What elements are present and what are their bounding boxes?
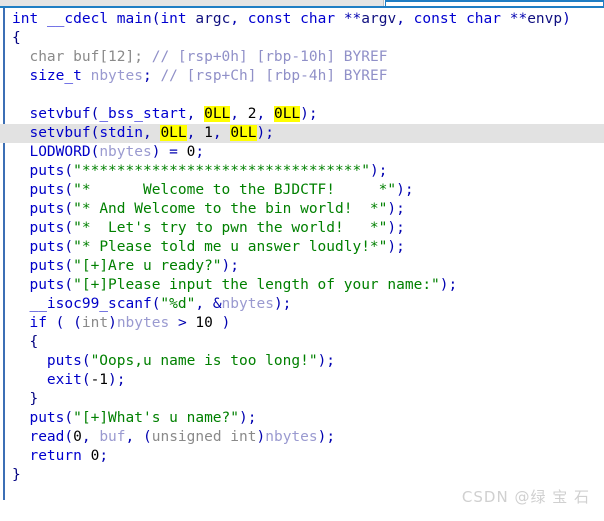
tab-active-accent-bar [385, 0, 604, 2]
code-line[interactable]: read(0, buf, (unsigned int)nbytes); [0, 428, 604, 447]
code-line[interactable]: puts("********************************")… [0, 162, 604, 181]
code-line-current[interactable]: setvbuf(stdin, 0LL, 1, 0LL); [0, 124, 604, 143]
code-line[interactable]: exit(-1); [0, 371, 604, 390]
code-line[interactable]: puts("[+]Please input the length of your… [0, 276, 604, 295]
code-line[interactable]: puts("* And Welcome to the bin world! *"… [0, 200, 604, 219]
code-line[interactable]: puts("* Let's try to pwn the world! *"); [0, 219, 604, 238]
code-line[interactable]: setvbuf(_bss_start, 0LL, 2, 0LL); [0, 105, 604, 124]
code-line[interactable]: { [0, 29, 604, 48]
code-line[interactable]: int __cdecl main(int argc, const char **… [0, 10, 604, 29]
code-line[interactable]: } [0, 466, 604, 485]
code-line[interactable]: if ( (int)nbytes > 10 ) [0, 314, 604, 333]
code-lines-container: int __cdecl main(int argc, const char **… [0, 10, 604, 485]
code-line[interactable]: puts("* Welcome to the BJDCTF! *"); [0, 181, 604, 200]
code-line[interactable]: } [0, 390, 604, 409]
code-line[interactable] [0, 86, 604, 105]
tab-strip [0, 0, 604, 8]
pseudocode-editor[interactable]: int __cdecl main(int argc, const char **… [0, 8, 604, 521]
code-line[interactable]: size_t nbytes; // [rsp+Ch] [rbp-4h] BYRE… [0, 67, 604, 86]
code-line[interactable]: LODWORD(nbytes) = 0; [0, 143, 604, 162]
code-line[interactable]: { [0, 333, 604, 352]
code-line[interactable]: return 0; [0, 447, 604, 466]
code-line[interactable]: puts("Oops,u name is too long!"); [0, 352, 604, 371]
code-line[interactable]: puts("[+]What's u name?"); [0, 409, 604, 428]
code-line[interactable]: __isoc99_scanf("%d", &nbytes); [0, 295, 604, 314]
code-line[interactable]: char buf[12]; // [rsp+0h] [rbp-10h] BYRE… [0, 48, 604, 67]
code-line[interactable]: puts("* Please told me u answer loudly!*… [0, 238, 604, 257]
code-line[interactable]: puts("[+]Are u ready?"); [0, 257, 604, 276]
csdn-watermark: CSDN @绿 宝 石 [461, 488, 590, 506]
